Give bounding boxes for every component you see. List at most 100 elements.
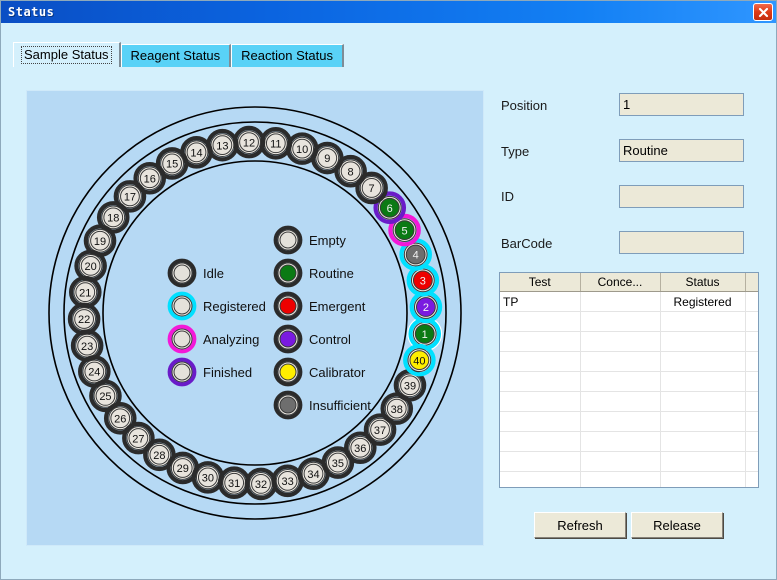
cell-status: [660, 311, 746, 332]
legend-status-item-label-0: Idle: [203, 266, 224, 281]
slot-number-7: 7: [369, 183, 375, 195]
slot-number-39: 39: [404, 380, 416, 392]
slot-number-32: 32: [255, 479, 267, 491]
carousel-legend: Idle Registered Analyzing Finished Empty Rout…: [167, 225, 371, 420]
cell-concentration: [580, 411, 661, 432]
release-button[interactable]: Release: [631, 512, 723, 538]
cell-status: [660, 351, 746, 372]
type-field[interactable]: Routine: [619, 139, 744, 162]
position-field[interactable]: 1: [619, 93, 744, 116]
cell-spacer: [745, 391, 758, 412]
slot-number-14: 14: [190, 148, 202, 160]
carousel-slot-10[interactable]: 10: [285, 132, 319, 165]
slot-number-20: 20: [84, 261, 96, 273]
id-label: ID: [501, 189, 514, 204]
cell-concentration: [580, 331, 661, 352]
slot-number-33: 33: [282, 476, 294, 488]
slot-number-16: 16: [144, 173, 156, 185]
cell-test: [500, 411, 581, 432]
legend-status-item-2: Analyzing: [167, 324, 259, 354]
cell-status: [660, 451, 746, 472]
slot-number-27: 27: [132, 433, 144, 445]
close-icon[interactable]: [753, 3, 773, 21]
column-header-concentration[interactable]: Conce...: [580, 273, 661, 292]
cell-status: [660, 371, 746, 392]
slot-number-40: 40: [413, 355, 425, 367]
column-header-status[interactable]: Status: [660, 273, 746, 292]
table-row[interactable]: [500, 351, 758, 372]
carousel-slot-11[interactable]: 11: [259, 126, 293, 160]
column-header-spacer[interactable]: [745, 273, 758, 292]
table-row[interactable]: [500, 431, 758, 452]
tab-bar: Sample Status Reagent Status Reaction St…: [13, 42, 344, 67]
table-row[interactable]: TP Registered: [500, 291, 758, 312]
table-row[interactable]: [500, 391, 758, 412]
carousel-slot-2[interactable]: 2: [409, 290, 443, 324]
cell-spacer: [745, 471, 758, 487]
cell-status: [660, 411, 746, 432]
sample-carousel-diagram[interactable]: 1234567891011121314151617181920212223242…: [27, 91, 483, 545]
sample-carousel-panel: 1 2 3 4 5 6 7 8 9 10 11 12 13 14 15 16 17 18 19 20 21 22 23 24 2…: [26, 90, 484, 546]
barcode-label: BarCode: [501, 236, 553, 251]
slot-number-19: 19: [94, 236, 106, 248]
cell-status: Registered: [660, 291, 746, 312]
slot-number-12: 12: [243, 137, 255, 149]
cell-test: [500, 351, 581, 372]
table-row[interactable]: [500, 451, 758, 472]
table-row[interactable]: [500, 411, 758, 432]
slot-number-38: 38: [391, 404, 403, 416]
cell-spacer: [745, 291, 758, 312]
cell-spacer: [745, 331, 758, 352]
carousel-slot-32[interactable]: 32: [244, 467, 278, 501]
slot-number-26: 26: [114, 413, 126, 425]
test-results-table[interactable]: Test Conce... Status TP Registered: [499, 272, 759, 488]
refresh-button[interactable]: Refresh: [534, 512, 626, 538]
carousel-slot-12[interactable]: 12: [232, 125, 266, 159]
legend-type-item-3: Control: [273, 324, 351, 354]
legend-type-item-4: Calibrator: [273, 357, 366, 387]
tab-reaction-status[interactable]: Reaction Status: [231, 44, 344, 67]
slot-number-9: 9: [324, 153, 330, 165]
id-field[interactable]: [619, 185, 744, 208]
legend-status-item-1: Registered: [167, 291, 266, 321]
slot-number-11: 11: [270, 138, 281, 150]
cell-spacer: [745, 371, 758, 392]
legend-type-item-label-4: Calibrator: [309, 365, 366, 380]
slot-number-18: 18: [107, 213, 119, 225]
carousel-slot-31[interactable]: 31: [217, 466, 251, 500]
cell-concentration: [580, 391, 661, 412]
cell-concentration: [580, 291, 661, 312]
tab-reagent-status[interactable]: Reagent Status: [120, 44, 232, 67]
carousel-slot-22[interactable]: 22: [67, 302, 101, 336]
cell-concentration: [580, 431, 661, 452]
slot-number-30: 30: [202, 473, 214, 485]
barcode-field[interactable]: [619, 231, 744, 254]
cell-spacer: [745, 311, 758, 332]
table-row[interactable]: [500, 331, 758, 352]
table-row[interactable]: [500, 471, 758, 487]
table-row[interactable]: [500, 311, 758, 332]
carousel-slot-21[interactable]: 21: [68, 275, 102, 309]
legend-status-item-0: Idle: [167, 258, 224, 288]
cell-concentration: [580, 451, 661, 472]
slot-number-21: 21: [79, 287, 91, 299]
position-label: Position: [501, 98, 548, 113]
tab-sample-status[interactable]: Sample Status: [13, 42, 121, 67]
carousel-slot-30[interactable]: 30: [191, 461, 225, 494]
column-header-test[interactable]: Test: [500, 273, 581, 292]
slot-number-2: 2: [423, 302, 429, 314]
cell-test: [500, 471, 581, 487]
slot-number-28: 28: [153, 450, 165, 462]
cell-concentration: [580, 371, 661, 392]
slot-number-34: 34: [307, 469, 319, 481]
cell-status: [660, 471, 746, 487]
tab-reagent-status-label: Reagent Status: [130, 48, 221, 63]
carousel-slot-20[interactable]: 20: [74, 249, 107, 283]
table-row[interactable]: [500, 371, 758, 392]
legend-type-item-2: Emergent: [273, 291, 366, 321]
slot-number-10: 10: [296, 144, 308, 156]
slot-number-3: 3: [420, 276, 426, 288]
carousel-slot-40[interactable]: 40: [403, 343, 436, 377]
legend-type-item-label-5: Insufficient: [309, 398, 371, 413]
tab-sample-status-label: Sample Status: [21, 46, 112, 64]
